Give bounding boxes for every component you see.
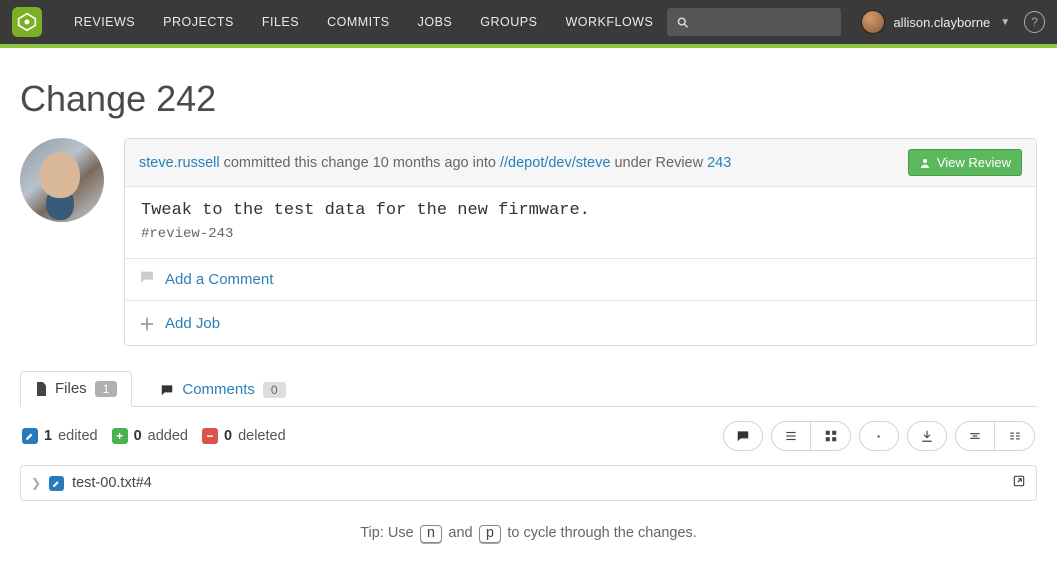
page-title: Change 242	[20, 78, 1037, 120]
download-button[interactable]	[907, 421, 947, 451]
user-menu[interactable]: allison.clayborne ▼	[861, 10, 1010, 34]
edited-label: edited	[58, 428, 98, 444]
tab-comments-label: Comments	[182, 381, 255, 398]
diff-toolbar: ·	[723, 421, 1035, 451]
add-job-label: Add Job	[165, 315, 220, 332]
person-icon	[919, 157, 931, 169]
side-diff-button[interactable]	[995, 421, 1035, 451]
comments-toggle-button[interactable]	[723, 421, 763, 451]
key-p: p	[479, 525, 502, 543]
help-icon[interactable]: ?	[1024, 11, 1045, 33]
tab-comments[interactable]: Comments 0	[146, 373, 299, 407]
external-icon	[1012, 474, 1026, 488]
list-icon	[784, 429, 798, 443]
files-count-badge: 1	[95, 381, 118, 397]
author-link[interactable]: steve.russell	[139, 155, 220, 171]
tabs: Files 1 Comments 0	[20, 370, 1037, 407]
nav-commits[interactable]: COMMITS	[313, 0, 404, 44]
deleted-label: deleted	[238, 428, 286, 444]
side-diff-icon	[1008, 429, 1022, 443]
tab-files-label: Files	[55, 380, 87, 397]
diff-mode-group	[955, 421, 1035, 451]
user-name: allison.clayborne	[893, 15, 990, 30]
stat-edited: 1 edited	[22, 428, 98, 444]
deleted-count: 0	[224, 428, 232, 444]
file-name: test-00.txt#4	[72, 475, 152, 491]
plus-icon: ＋	[139, 311, 155, 335]
change-panel: steve.russell committed this change 10 m…	[124, 138, 1037, 346]
tab-files[interactable]: Files 1	[20, 371, 132, 407]
open-file-button[interactable]	[1012, 474, 1026, 492]
author-avatar[interactable]	[20, 138, 104, 222]
search-icon	[677, 16, 689, 29]
top-nav: REVIEWS PROJECTS FILES COMMITS JOBS GROU…	[0, 0, 1057, 44]
add-comment-row[interactable]: Add a Comment	[125, 259, 1036, 301]
nav-links: REVIEWS PROJECTS FILES COMMITS JOBS GROU…	[60, 0, 667, 44]
edited-icon	[22, 428, 38, 444]
under-review-text: under Review	[614, 155, 703, 171]
description-text: Tweak to the test data for the new firmw…	[141, 201, 1020, 220]
nav-files[interactable]: FILES	[248, 0, 313, 44]
add-comment-label: Add a Comment	[165, 271, 273, 288]
view-review-label: View Review	[937, 155, 1011, 170]
time-ago: 10 months ago	[373, 155, 469, 171]
deleted-icon: −	[202, 428, 218, 444]
chevron-right-icon: ❯	[31, 476, 41, 490]
user-avatar	[861, 10, 885, 34]
depot-path-link[interactable]: //depot/dev/steve	[500, 155, 610, 171]
add-job-row[interactable]: ＋ Add Job	[125, 301, 1036, 345]
edited-count: 1	[44, 428, 52, 444]
tip-suffix: to cycle through the changes.	[507, 525, 696, 541]
app-logo[interactable]	[12, 7, 42, 37]
chevron-down-icon: ▼	[1000, 17, 1010, 28]
added-icon: +	[112, 428, 128, 444]
comments-count-badge: 0	[263, 382, 286, 398]
view-review-button[interactable]: View Review	[908, 149, 1022, 176]
list-view-button[interactable]	[771, 421, 811, 451]
tip-text: Tip: Use n and p to cycle through the ch…	[20, 525, 1037, 543]
grid-view-button[interactable]	[811, 421, 851, 451]
view-mode-group	[771, 421, 851, 451]
stat-deleted: − 0 deleted	[202, 428, 286, 444]
file-icon	[35, 382, 47, 396]
header-text-1: committed this change	[224, 155, 369, 171]
file-row[interactable]: ❯ test-00.txt#4	[20, 465, 1037, 501]
change-header: steve.russell committed this change 10 m…	[125, 139, 1036, 187]
nav-reviews[interactable]: REVIEWS	[60, 0, 149, 44]
comment-filled-icon	[736, 429, 750, 443]
inline-diff-icon	[968, 429, 982, 443]
download-icon	[920, 429, 934, 443]
added-label: added	[148, 428, 188, 444]
nav-workflows[interactable]: WORKFLOWS	[551, 0, 667, 44]
stat-added: + 0 added	[112, 428, 188, 444]
nav-jobs[interactable]: JOBS	[404, 0, 467, 44]
nav-projects[interactable]: PROJECTS	[149, 0, 248, 44]
comment-icon	[139, 269, 155, 290]
change-description: Tweak to the test data for the new firmw…	[125, 187, 1036, 259]
tip-mid: and	[448, 525, 476, 541]
comment-icon	[160, 383, 174, 397]
file-stats-row: 1 edited + 0 added − 0 deleted	[20, 407, 1037, 465]
file-edited-icon	[49, 476, 64, 491]
nav-groups[interactable]: GROUPS	[466, 0, 551, 44]
more-button[interactable]: ·	[859, 421, 899, 451]
search-box[interactable]	[667, 8, 841, 36]
search-input[interactable]	[695, 15, 832, 30]
key-n: n	[420, 525, 443, 543]
review-id-link[interactable]: 243	[707, 155, 731, 171]
added-count: 0	[134, 428, 142, 444]
tip-prefix: Tip: Use	[360, 525, 417, 541]
header-text-2: into	[473, 155, 496, 171]
inline-diff-button[interactable]	[955, 421, 995, 451]
description-tag: #review-243	[141, 226, 1020, 242]
grid-icon	[824, 429, 838, 443]
